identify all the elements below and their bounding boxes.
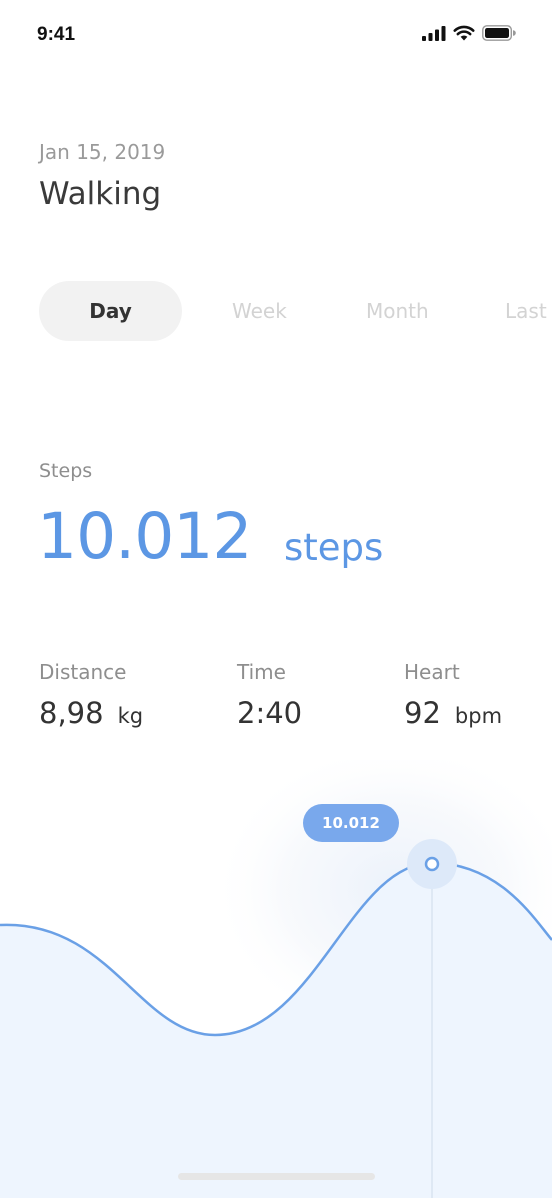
tab-day[interactable]: Day xyxy=(39,281,182,341)
tab-last[interactable]: Last xyxy=(505,281,547,341)
battery-icon xyxy=(482,25,516,41)
wifi-icon xyxy=(453,25,475,41)
steps-label: Steps xyxy=(39,460,93,482)
distance-value: 8,98 xyxy=(39,696,104,730)
status-time: 9:41 xyxy=(37,24,76,45)
steps-wave-chart xyxy=(0,760,552,1198)
heart-label: Heart xyxy=(404,660,460,684)
metric-distance: Distance 8,98 kg xyxy=(39,660,143,730)
time-label: Time xyxy=(237,660,286,684)
period-tabs: Day Week Month Last xyxy=(39,281,552,341)
heart-value: 92 xyxy=(404,696,441,730)
heart-unit: bpm xyxy=(454,704,503,728)
status-icons xyxy=(422,25,516,41)
chart-tooltip: 10.012 xyxy=(303,804,399,842)
tab-month[interactable]: Month xyxy=(366,281,429,341)
metric-time: Time 2:40 xyxy=(237,660,302,730)
distance-unit: kg xyxy=(117,704,144,728)
status-bar: 9:41 xyxy=(0,0,552,60)
steps-value: 10.012 xyxy=(37,500,252,573)
tab-week[interactable]: Week xyxy=(232,281,287,341)
time-value: 2:40 xyxy=(237,696,303,730)
page-title: Walking xyxy=(39,176,162,212)
chart-marker-point[interactable] xyxy=(424,856,440,872)
date-label: Jan 15, 2019 xyxy=(39,140,166,164)
metric-heart: Heart 92 bpm xyxy=(404,660,502,730)
steps-unit: steps xyxy=(284,526,384,569)
signal-icon xyxy=(422,25,446,41)
distance-label: Distance xyxy=(39,660,127,684)
screen: 9:41 Jan 15, 2019 Walking Day Week Month… xyxy=(0,0,552,1198)
home-indicator[interactable] xyxy=(178,1173,375,1180)
